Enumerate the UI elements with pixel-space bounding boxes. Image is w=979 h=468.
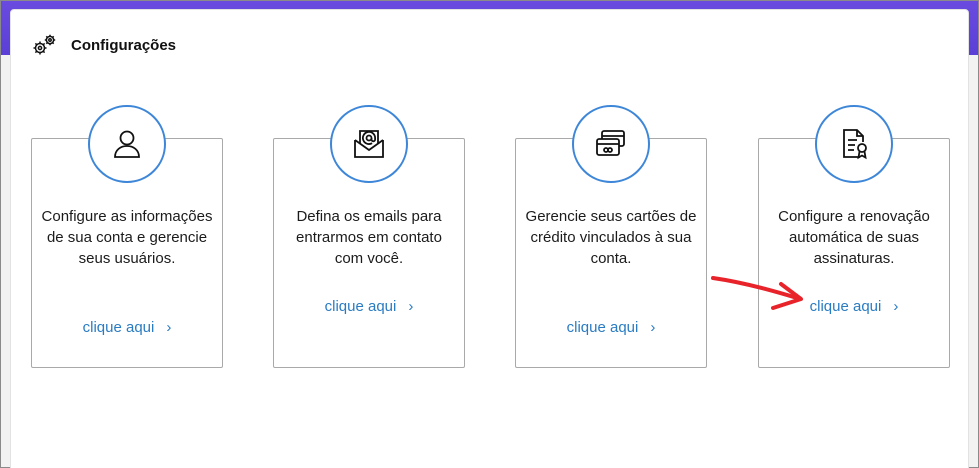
link-label: clique aqui bbox=[82, 319, 155, 336]
card-renewal: Configure a renovação automática de suas… bbox=[758, 105, 950, 368]
card-emails: Defina os emails para entrarmos em conta… bbox=[273, 105, 465, 368]
user-icon bbox=[114, 130, 140, 158]
card-link-credit-cards[interactable]: clique aqui › bbox=[516, 319, 706, 336]
card-account: Configure as informações de sua conta e … bbox=[31, 105, 223, 368]
credit-cards-icon bbox=[596, 130, 625, 156]
email-envelope-icon bbox=[354, 130, 384, 158]
chevron-right-icon: › bbox=[650, 319, 656, 336]
link-label: clique aqui bbox=[566, 319, 639, 336]
card-description: Configure as informações de sua conta e … bbox=[41, 208, 213, 267]
chevron-right-icon: › bbox=[408, 298, 414, 315]
card-icon-circle bbox=[815, 105, 893, 183]
certificate-icon bbox=[843, 129, 867, 160]
card-icon-circle bbox=[330, 105, 408, 183]
card-icon-circle bbox=[572, 105, 650, 183]
gears-icon bbox=[33, 34, 56, 55]
card-credit-cards: Gerencie seus cartões de crédito vincula… bbox=[515, 105, 707, 368]
panel-header: Configurações bbox=[31, 30, 176, 60]
card-icon-circle bbox=[88, 105, 166, 183]
card-link-emails[interactable]: clique aqui › bbox=[274, 298, 464, 315]
settings-panel: Configurações Configure as informações d… bbox=[10, 9, 969, 468]
chevron-right-icon: › bbox=[166, 319, 172, 336]
annotation-arrow-icon bbox=[711, 276, 803, 310]
window-frame: Configurações Configure as informações d… bbox=[0, 0, 979, 468]
chevron-right-icon: › bbox=[893, 298, 899, 315]
card-description: Defina os emails para entrarmos em conta… bbox=[296, 208, 442, 267]
card-link-account[interactable]: clique aqui › bbox=[32, 319, 222, 336]
card-description: Configure a renovação automática de suas… bbox=[778, 208, 930, 267]
card-description: Gerencie seus cartões de crédito vincula… bbox=[525, 208, 697, 267]
link-label: clique aqui bbox=[324, 298, 397, 315]
page-title: Configurações bbox=[71, 36, 177, 54]
